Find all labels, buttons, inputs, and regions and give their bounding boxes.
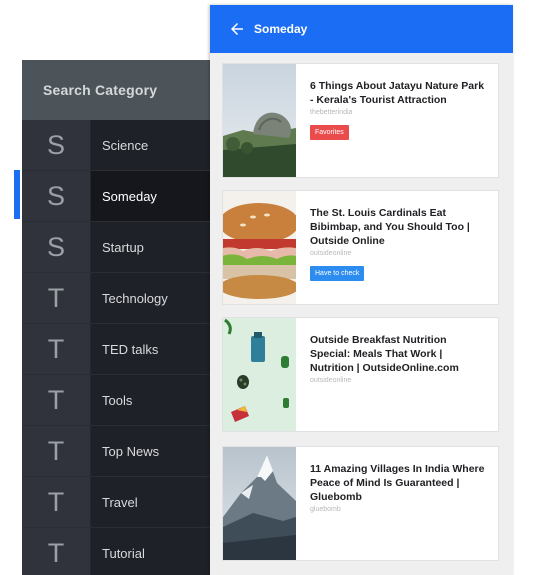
category-item-tutorial[interactable]: T Tutorial	[22, 528, 211, 575]
app-bar: Someday	[210, 5, 513, 53]
article-source: gluebomb	[310, 506, 341, 513]
article-card[interactable]: The St. Louis Cardinals Eat Bibimbap, an…	[222, 190, 499, 305]
category-label: Top News	[102, 443, 160, 459]
article-source: thebetterindia	[310, 109, 353, 116]
category-item-technology[interactable]: T Technology	[22, 273, 211, 324]
category-item-tools[interactable]: T Tools	[22, 375, 211, 426]
article-card[interactable]: Outside Breakfast Nutrition Special: Mea…	[222, 317, 499, 432]
category-drawer: Search Category S Science S Someday S St…	[22, 60, 211, 575]
category-letter: S	[22, 120, 91, 170]
have-to-check-badge[interactable]: Have to check	[310, 266, 365, 281]
category-label: Someday	[91, 171, 211, 221]
article-title: 11 Amazing Villages In India Where Peace…	[310, 463, 485, 503]
category-item-travel[interactable]: T Travel	[22, 477, 211, 528]
article-card[interactable]: 6 Things About Jatayu Nature Park - Kera…	[222, 63, 499, 178]
category-letter: S	[22, 222, 91, 272]
category-letter: T	[22, 426, 91, 476]
arrow-left-icon[interactable]	[228, 20, 246, 38]
category-label: TED talks	[102, 341, 159, 357]
favorites-badge[interactable]: Favorites	[310, 125, 349, 140]
category-letter: T	[22, 528, 91, 575]
category-label: Technology	[102, 290, 168, 306]
category-item-science[interactable]: S Science	[22, 120, 211, 171]
article-thumbnail	[223, 318, 296, 431]
article-panel: Someday 6 Things About Jatayu Nature Par…	[210, 5, 513, 575]
category-label: Tutorial	[102, 545, 145, 561]
article-thumbnail	[223, 447, 296, 560]
category-item-top-news[interactable]: T Top News	[22, 426, 211, 477]
category-letter: T	[22, 324, 91, 374]
category-letter: T	[22, 375, 91, 425]
category-label: Tools	[102, 392, 133, 408]
category-label: Travel	[102, 494, 138, 510]
category-letter: T	[22, 477, 91, 527]
page-title: Someday	[254, 22, 308, 36]
category-label: Science	[102, 137, 149, 153]
active-category-indicator	[14, 170, 20, 219]
article-thumbnail	[223, 64, 296, 177]
article-title: Outside Breakfast Nutrition Special: Mea…	[310, 334, 459, 374]
article-card[interactable]: 11 Amazing Villages In India Where Peace…	[222, 446, 499, 561]
category-item-startup[interactable]: S Startup	[22, 222, 211, 273]
article-title: 6 Things About Jatayu Nature Park - Kera…	[310, 80, 485, 106]
drawer-header-label: Search Category	[43, 82, 158, 98]
search-category-header[interactable]: Search Category	[22, 60, 211, 120]
article-source: outsideonline	[310, 250, 352, 257]
category-letter: S	[22, 171, 91, 221]
category-label: Startup	[102, 239, 144, 255]
article-source: outsideonline	[310, 377, 352, 384]
category-item-someday[interactable]: S Someday	[22, 171, 211, 222]
article-thumbnail	[223, 191, 296, 304]
category-item-ted-talks[interactable]: T TED talks	[22, 324, 211, 375]
category-letter: T	[22, 273, 91, 323]
article-title: The St. Louis Cardinals Eat Bibimbap, an…	[310, 207, 470, 247]
